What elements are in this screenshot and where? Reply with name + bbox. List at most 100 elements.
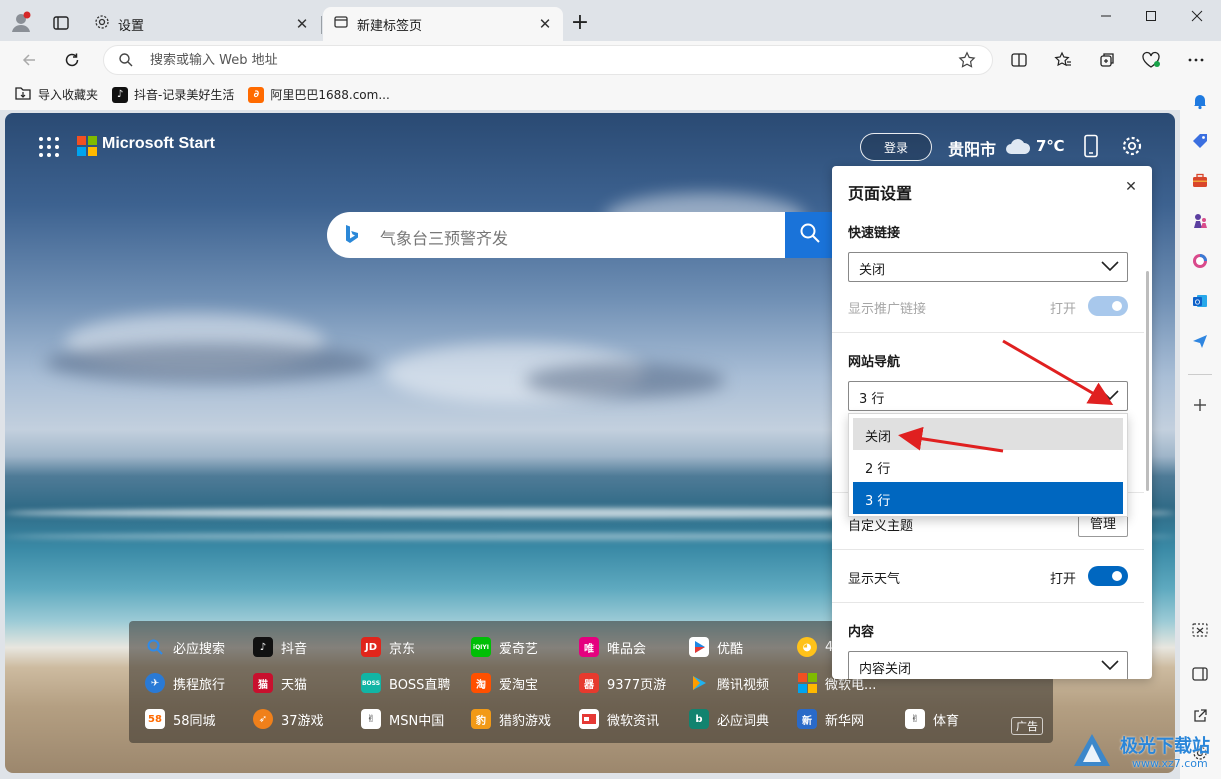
quick-link[interactable]: 优酷 <box>689 637 743 657</box>
quick-link[interactable]: ✈ 携程旅行 <box>145 673 225 693</box>
quick-link[interactable]: 微软资讯 <box>579 709 659 729</box>
content-select[interactable]: 内容关闭 <box>848 651 1128 679</box>
quick-link[interactable]: b 必应词典 <box>689 709 769 729</box>
dropdown-option-off[interactable]: 关闭 <box>853 418 1123 450</box>
quick-link[interactable]: 唯 唯品会 <box>579 637 646 657</box>
sidebar-toggle-icon[interactable] <box>1190 664 1210 684</box>
search-submit-button[interactable] <box>785 212 835 258</box>
chevron-down-icon <box>1101 259 1119 277</box>
screenshot-icon[interactable] <box>1190 620 1210 640</box>
office-icon[interactable] <box>1190 251 1210 271</box>
app-launcher-icon[interactable] <box>39 137 59 157</box>
tab-divider <box>321 16 322 34</box>
quick-link[interactable]: ✌ MSN中国 <box>361 709 444 729</box>
microsoft-logo-icon <box>77 136 97 156</box>
close-icon[interactable]: ✕ <box>1122 178 1140 196</box>
tab-new-tab[interactable]: 新建标签页 ✕ <box>323 7 563 41</box>
quick-link[interactable]: ◕ 4 <box>797 637 833 657</box>
douyin-icon: ♪ <box>112 86 129 103</box>
xinhua-icon: 新 <box>797 709 817 729</box>
page-settings-gear-icon[interactable] <box>1121 135 1143 161</box>
tab-actions-icon[interactable] <box>52 14 70 32</box>
new-tab-plus-icon[interactable]: + <box>570 12 590 34</box>
bookmark-import-favorites[interactable]: 导入收藏夹 <box>14 85 98 104</box>
shopping-tag-icon[interactable] <box>1190 131 1210 151</box>
browser-toolbar <box>0 41 1221 79</box>
quick-link[interactable]: BOSS BOSS直聘 <box>361 673 450 693</box>
quick-link-label: 腾讯视频 <box>717 677 770 693</box>
weather-toggle-text: 打开 <box>1050 572 1077 587</box>
more-options-icon[interactable] <box>1186 50 1206 70</box>
browser-essentials-icon[interactable] <box>1141 50 1161 70</box>
web-search-box[interactable]: 气象台三预警齐发 <box>327 212 797 258</box>
watermark-url: www.xz7.com <box>1132 757 1208 770</box>
favorites-icon[interactable] <box>1053 50 1073 70</box>
quick-link-label: 优酷 <box>717 641 744 657</box>
quick-link[interactable]: iQIYI 爱奇艺 <box>471 637 538 657</box>
show-weather-toggle[interactable] <box>1088 566 1128 586</box>
close-tab-icon[interactable]: ✕ <box>537 15 553 33</box>
svg-text:O: O <box>1195 299 1201 307</box>
bookmark-douyin[interactable]: ♪ 抖音-记录美好生活 <box>112 86 234 103</box>
dropdown-option-2-rows[interactable]: 2 行 <box>853 450 1123 482</box>
cloudy-weather-icon[interactable] <box>1004 136 1032 160</box>
send-arrow-icon[interactable] <box>1190 331 1210 351</box>
bookmark-1688[interactable]: ∂ 阿里巴巴1688.com... <box>248 86 390 103</box>
microsoft-store-icon <box>797 673 817 693</box>
quick-link[interactable]: 新 新华网 <box>797 709 864 729</box>
youku-icon <box>689 637 709 657</box>
quick-link[interactable]: JD 京东 <box>361 637 415 657</box>
9377-icon: 器 <box>579 673 599 693</box>
brand-title[interactable]: Microsoft Start <box>102 135 215 153</box>
close-tab-icon[interactable]: ✕ <box>294 15 310 33</box>
games-chess-icon[interactable] <box>1190 211 1210 231</box>
quick-link[interactable]: ♪ 抖音 <box>253 637 307 657</box>
login-button[interactable]: 登录 <box>860 133 932 161</box>
refresh-icon[interactable] <box>62 50 82 70</box>
notification-bell-icon[interactable] <box>1190 91 1210 111</box>
dropdown-option-3-rows[interactable]: 3 行 <box>853 482 1123 514</box>
douyin-icon: ♪ <box>253 637 273 657</box>
quick-link[interactable]: 58 58同城 <box>145 709 216 729</box>
split-screen-icon[interactable] <box>1009 50 1029 70</box>
address-input[interactable] <box>150 50 930 70</box>
collections-icon[interactable] <box>1097 50 1117 70</box>
quick-links-select[interactable]: 关闭 <box>848 252 1128 282</box>
address-bar[interactable] <box>103 45 993 75</box>
tools-briefcase-icon[interactable] <box>1190 171 1210 191</box>
select-value: 关闭 <box>859 263 886 278</box>
quick-link[interactable]: 豹 猎豹游戏 <box>471 709 551 729</box>
new-tab-page-icon <box>333 14 349 34</box>
add-favorite-star-icon[interactable] <box>958 51 976 73</box>
content-label: 内容 <box>848 625 875 640</box>
quick-link-label: 唯品会 <box>607 641 647 657</box>
outlook-icon[interactable]: O <box>1190 291 1210 311</box>
site-nav-select[interactable]: 3 行 <box>848 381 1128 411</box>
promo-links-toggle[interactable] <box>1088 296 1128 316</box>
quick-link[interactable]: 猫 天猫 <box>253 673 307 693</box>
quick-link-label: 必应搜索 <box>173 641 226 657</box>
add-sidebar-app-plus-icon[interactable] <box>1190 395 1210 415</box>
profile-avatar-icon[interactable] <box>10 11 32 33</box>
open-external-icon[interactable] <box>1190 706 1210 726</box>
close-window-icon[interactable] <box>1187 6 1207 26</box>
sidebar-divider <box>1188 374 1212 375</box>
quick-link[interactable]: 淘 爱淘宝 <box>471 673 538 693</box>
mobile-phone-icon[interactable] <box>1083 134 1099 162</box>
back-arrow-icon[interactable] <box>19 50 39 70</box>
background-cloud <box>525 363 725 398</box>
quick-link[interactable]: 腾讯视频 <box>689 673 769 693</box>
minimize-icon[interactable] <box>1096 6 1116 26</box>
quick-link[interactable]: 必应搜索 <box>145 637 225 657</box>
quick-link-label: 必应词典 <box>717 713 770 729</box>
quick-link[interactable]: ➶ 37游戏 <box>253 709 324 729</box>
maximize-icon[interactable] <box>1141 6 1161 26</box>
quick-link[interactable]: 器 9377页游 <box>579 673 666 693</box>
cheetah-game-icon: 豹 <box>471 709 491 729</box>
panel-scrollbar[interactable] <box>1146 271 1149 491</box>
quick-link[interactable]: ✌ 体育 <box>905 709 959 729</box>
ad-badge: 广告 <box>1011 717 1043 735</box>
weather-temperature[interactable]: 7℃ <box>1036 137 1065 155</box>
weather-city[interactable]: 贵阳市 <box>948 136 996 160</box>
tab-settings[interactable]: 设置 ✕ <box>84 7 320 41</box>
